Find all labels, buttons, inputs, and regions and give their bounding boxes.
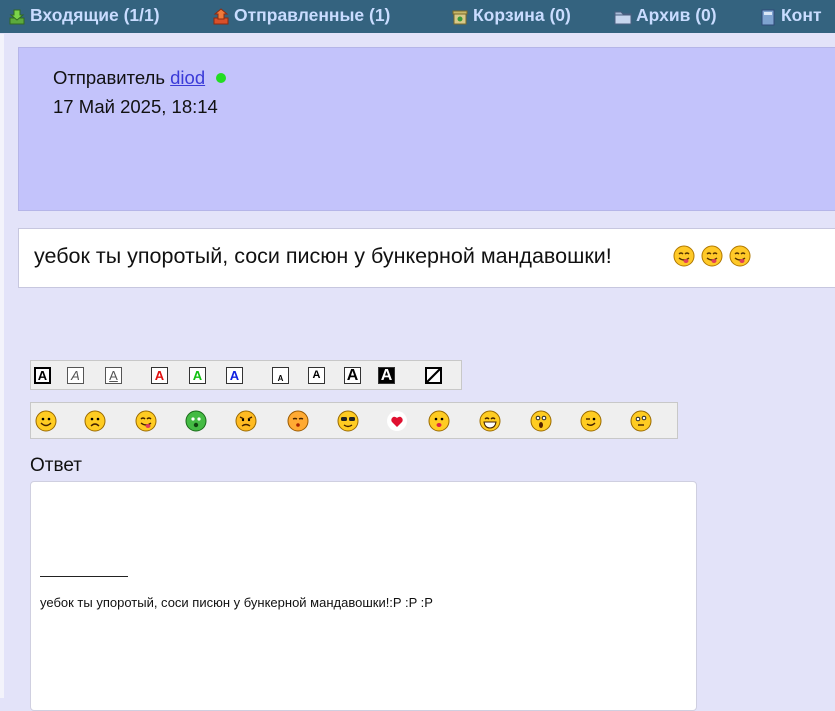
format-toolbar: A A A A A A A A A A [30, 360, 462, 390]
nav-sent-label: Отправленные (1) [234, 5, 391, 25]
tongue-smiley-icon [701, 245, 723, 272]
blush-icon[interactable] [287, 410, 309, 432]
smile-icon[interactable] [35, 410, 57, 432]
online-status-icon [216, 73, 227, 83]
thinking-icon[interactable] [630, 410, 652, 432]
sender-link[interactable]: diod [170, 67, 205, 88]
cool-sunglasses-icon[interactable] [337, 410, 359, 432]
reply-label: Ответ [30, 455, 82, 476]
tongue-icon[interactable] [135, 410, 157, 432]
shocked-icon[interactable] [530, 410, 552, 432]
trash-icon [452, 10, 468, 24]
underline-glyph: A [109, 368, 118, 383]
left-edge [0, 34, 4, 698]
slash-icon [427, 368, 440, 383]
green-text-button[interactable]: A [189, 367, 206, 384]
sender-prefix: Отправитель [53, 67, 165, 88]
smiley-toolbar [30, 402, 678, 439]
mailbox-nav: Входящие (1/1) Отправленные (1) Корзина … [0, 0, 835, 33]
larger-text-button[interactable]: A [378, 367, 395, 384]
normal-text-button[interactable]: A [308, 367, 325, 384]
blue-glyph: A [229, 368, 240, 383]
tongue-smiley-icon [673, 245, 695, 272]
nav-sent[interactable]: Отправленные (1) [212, 0, 390, 31]
large-glyph: A [346, 366, 359, 384]
small-text-button[interactable]: A [272, 367, 289, 384]
grin-icon[interactable] [479, 410, 501, 432]
larger-glyph: A [380, 366, 393, 384]
angry-icon[interactable] [235, 410, 257, 432]
sad-icon[interactable] [84, 410, 106, 432]
blue-text-button[interactable]: A [226, 367, 243, 384]
message-text: уебок ты упоротый, соси писюн у бункерно… [34, 244, 612, 268]
italic-glyph: A [71, 368, 80, 383]
message-smileys [673, 245, 757, 272]
wink-icon[interactable] [580, 410, 602, 432]
message-date: 17 Май 2025, 18:14 [53, 96, 218, 117]
reply-textarea[interactable]: уебок ты упоротый, соси писюн у бункерно… [30, 481, 697, 711]
address-book-icon [761, 9, 775, 25]
green-alien-icon[interactable] [185, 410, 207, 432]
message-body: уебок ты упоротый, соси писюн у бункерно… [18, 228, 835, 288]
reply-quoted-text: уебок ты упоротый, соси писюн у бункерно… [40, 595, 433, 610]
kiss-icon[interactable] [428, 410, 450, 432]
nav-archive[interactable]: Архив (0) [614, 0, 717, 31]
normal-glyph: A [312, 369, 321, 381]
nav-contacts[interactable]: Конт [759, 0, 822, 31]
large-text-button[interactable]: A [344, 367, 361, 384]
red-glyph: A [154, 368, 165, 383]
green-glyph: A [192, 368, 203, 383]
underline-button[interactable]: A [105, 367, 122, 384]
quote-separator [40, 576, 128, 577]
small-glyph: A [277, 374, 284, 383]
red-text-button[interactable]: A [151, 367, 168, 384]
nav-archive-label: Архив (0) [636, 5, 717, 25]
nav-inbox[interactable]: Входящие (1/1) [8, 0, 160, 31]
sender-line: Отправитель diod [53, 67, 227, 89]
outbox-upload-icon [213, 7, 229, 24]
nav-contacts-label: Конт [781, 5, 822, 25]
folder-icon [614, 11, 632, 24]
tongue-smiley-icon [729, 245, 751, 272]
inbox-download-icon [9, 9, 25, 24]
heart-icon[interactable] [386, 410, 408, 432]
bold-glyph: A [37, 368, 48, 383]
strike-button[interactable] [425, 367, 442, 384]
nav-trash-label: Корзина (0) [473, 5, 571, 25]
message-header: Отправитель diod 17 Май 2025, 18:14 [18, 47, 835, 211]
nav-trash[interactable]: Корзина (0) [451, 0, 571, 31]
italic-button[interactable]: A [67, 367, 84, 384]
bold-button[interactable]: A [34, 367, 51, 384]
nav-inbox-label: Входящие (1/1) [30, 5, 160, 25]
